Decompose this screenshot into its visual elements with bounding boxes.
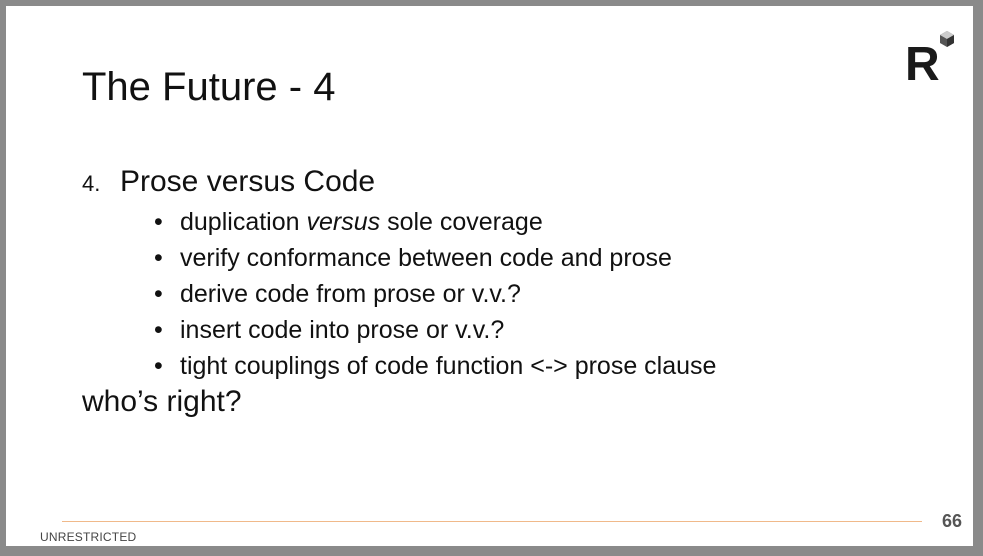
r-logo-icon: R [903, 26, 955, 91]
bullet-item: • duplication versus sole coverage [154, 204, 716, 240]
slide-content: 4. Prose versus Code • duplication versus … [82, 164, 716, 420]
slide: The Future - 4 R 4. Prose versus Code • du… [6, 6, 973, 546]
bullet-item: • verify conformance between code and pro… [154, 240, 716, 276]
page-number: 66 [942, 511, 963, 531]
bullet-item: • derive code from prose or v.v.? [154, 276, 716, 312]
bullet-item: • tight couplings of code function <-> pr… [154, 348, 716, 384]
bullet-icon: • [154, 208, 163, 236]
bullet-list: • duplication versus sole coverage • verif… [82, 204, 716, 384]
bullet-icon: • [154, 316, 163, 344]
bullet-icon: • [154, 244, 163, 272]
item-text: Prose versus Code [120, 165, 376, 198]
numbered-item: 4. Prose versus Code [82, 164, 716, 202]
classification-label: UNRESTRICTED [40, 530, 137, 544]
closing-question: who’s right? [82, 385, 242, 418]
slide-title: The Future - 4 [82, 65, 336, 109]
footer-rule [62, 521, 922, 522]
bullet-icon: • [154, 352, 163, 380]
bullet-icon: • [154, 280, 163, 308]
item-number: 4. [82, 171, 101, 196]
bullet-item: • insert code into prose or v.v.? [154, 312, 716, 348]
logo-letter: R [905, 38, 940, 86]
